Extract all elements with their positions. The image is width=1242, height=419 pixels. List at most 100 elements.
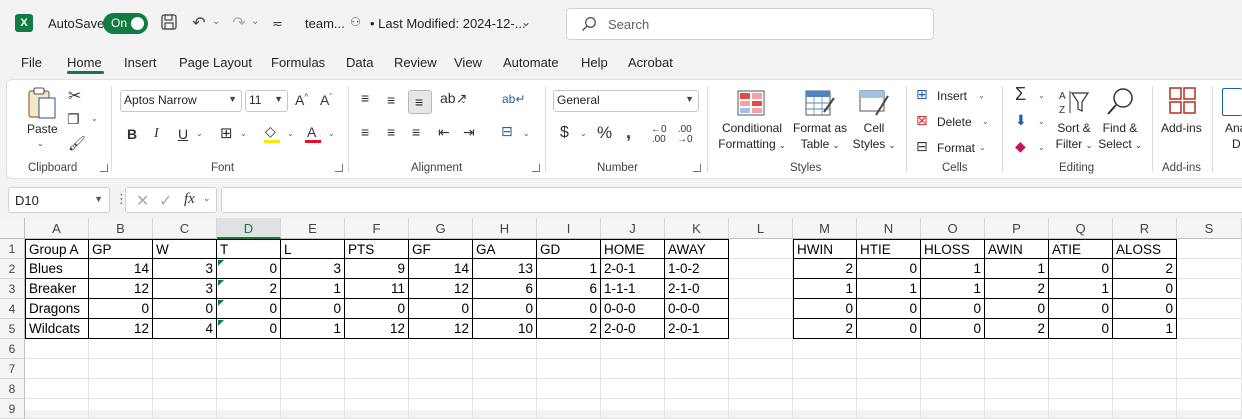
grid-cell[interactable] [1113,339,1177,359]
column-header-m[interactable]: M [793,218,857,239]
align-left-icon[interactable]: ≡ [361,124,369,140]
redo-dropdown-icon[interactable]: ⌄ [251,16,259,27]
decrease-indent-icon[interactable]: ⇤ [438,124,450,141]
grid-cell[interactable] [153,399,217,419]
clear-chevron-down-icon[interactable]: ⌄ [1038,143,1045,152]
table-cell[interactable]: GD [537,239,601,259]
formula-input[interactable] [221,187,1242,213]
search-box[interactable]: Search [566,8,934,40]
table-cell[interactable]: 2 [985,279,1049,299]
fill-color-chevron-down-icon[interactable]: ⌄ [287,129,294,138]
table-cell[interactable]: 12 [89,279,153,299]
table-cell[interactable]: 2 [985,319,1049,339]
find-select-icon[interactable] [1104,86,1136,118]
table-cell[interactable]: 0 [857,299,921,319]
undo-icon[interactable]: ↶ [188,13,210,35]
grid-cell[interactable] [1177,239,1242,259]
font-size-dropdown[interactable]: 11 ▼ [245,90,288,112]
paste-button[interactable]: Paste [27,121,58,137]
column-header-g[interactable]: G [409,218,473,239]
grid-cell[interactable] [985,339,1049,359]
copy-chevron-down-icon[interactable]: ⌄ [91,114,98,123]
fill-icon[interactable]: ⬇ [1015,112,1027,129]
grid-cell[interactable] [1177,359,1242,379]
grid-cell[interactable] [665,339,729,359]
table-cell[interactable]: 1 [857,279,921,299]
font-name-dropdown[interactable]: Aptos Narrow ▼ [120,90,242,112]
tab-formulas[interactable]: Formulas [271,55,325,70]
grid-cell[interactable] [985,359,1049,379]
table-cell[interactable]: 1-1-1 [601,279,665,299]
grid-cell[interactable] [473,339,537,359]
grid-cell[interactable] [153,359,217,379]
customize-toolbar-icon[interactable]: ≂ [272,16,283,32]
grid-cell[interactable] [217,379,281,399]
copy-icon[interactable]: ❐ [67,111,80,128]
grid-cell[interactable] [25,359,89,379]
table-cell[interactable]: 1 [921,279,985,299]
tab-insert[interactable]: Insert [124,55,157,70]
table-cell[interactable]: 0-0-0 [665,299,729,319]
grid-cell[interactable] [217,339,281,359]
decrease-decimal-icon[interactable]: .00 →0 [677,125,693,145]
table-cell[interactable]: 0 [409,299,473,319]
bottom-align-button[interactable]: ≡ [408,90,432,114]
grid-cell[interactable] [793,399,857,419]
table-cell[interactable]: Group A [25,239,89,259]
table-cell[interactable]: 0-0-0 [601,299,665,319]
grid-cell[interactable] [793,359,857,379]
increase-font-size-icon[interactable]: A^ [295,92,308,108]
grid-cell[interactable] [1049,339,1113,359]
table-cell[interactable]: 0 [89,299,153,319]
grid-cell[interactable] [729,239,793,259]
column-header-r[interactable]: R [1113,218,1177,239]
cell-styles-icon[interactable] [858,88,890,118]
grid-cell[interactable] [601,399,665,419]
clear-icon[interactable]: ◆ [1015,138,1026,155]
orientation-chevron-down-icon[interactable]: ⌄ [460,96,467,105]
align-center-icon[interactable]: ≡ [387,124,395,140]
tab-data[interactable]: Data [346,55,373,70]
table-cell[interactable]: 2-0-1 [665,319,729,339]
table-cell[interactable]: 3 [153,259,217,279]
tab-home[interactable]: Home [67,55,102,70]
tab-view[interactable]: View [454,55,482,70]
font-color-icon[interactable]: A [307,124,316,140]
grid-cell[interactable] [729,399,793,419]
tab-acrobat[interactable]: Acrobat [628,55,673,70]
error-indicator-icon[interactable] [218,260,224,266]
table-cell[interactable]: 0 [857,319,921,339]
select-all-corner[interactable] [0,218,25,239]
sort-filter-icon[interactable]: A Z [1058,87,1090,117]
table-cell[interactable]: HWIN [793,239,857,259]
find-select-button[interactable]: Find & Select ⌄ [1096,120,1144,154]
column-header-o[interactable]: O [921,218,985,239]
underline-chevron-down-icon[interactable]: ⌄ [196,129,203,138]
grid-cell[interactable] [1177,279,1242,299]
grid-cell[interactable] [345,339,409,359]
grid-cell[interactable] [473,359,537,379]
row-header-4[interactable]: 4 [0,299,25,319]
alignment-launcher-icon[interactable] [532,164,540,172]
table-cell[interactable]: 4 [153,319,217,339]
worksheet-grid[interactable]: A B C D E F G H I J K L M N O P Q R S 1 2 3 4 5 6 7 8 9 Group A GP W T L… [0,218,1242,419]
table-cell[interactable]: Breaker [25,279,89,299]
grid-cell[interactable] [281,379,345,399]
insert-cells-icon[interactable]: ⊞ [916,86,928,103]
grid-cell[interactable] [345,359,409,379]
decrease-font-size-icon[interactable]: Aˇ [320,92,332,108]
grid-cell[interactable] [25,399,89,419]
table-cell[interactable]: 2 [793,259,857,279]
table-cell[interactable]: 0 [1049,259,1113,279]
autosave-toggle[interactable]: On [103,13,148,34]
grid-cell[interactable] [345,399,409,419]
column-header-c[interactable]: C [153,218,217,239]
document-title[interactable]: team... [305,16,345,31]
clipboard-launcher-icon[interactable] [100,164,108,172]
table-cell[interactable]: 0 [1113,279,1177,299]
wrap-text-icon[interactable]: ab↵ [502,92,525,106]
table-cell[interactable]: Dragons [25,299,89,319]
grid-cell[interactable] [857,359,921,379]
grid-cell[interactable] [921,379,985,399]
table-cell[interactable]: 0 [921,319,985,339]
